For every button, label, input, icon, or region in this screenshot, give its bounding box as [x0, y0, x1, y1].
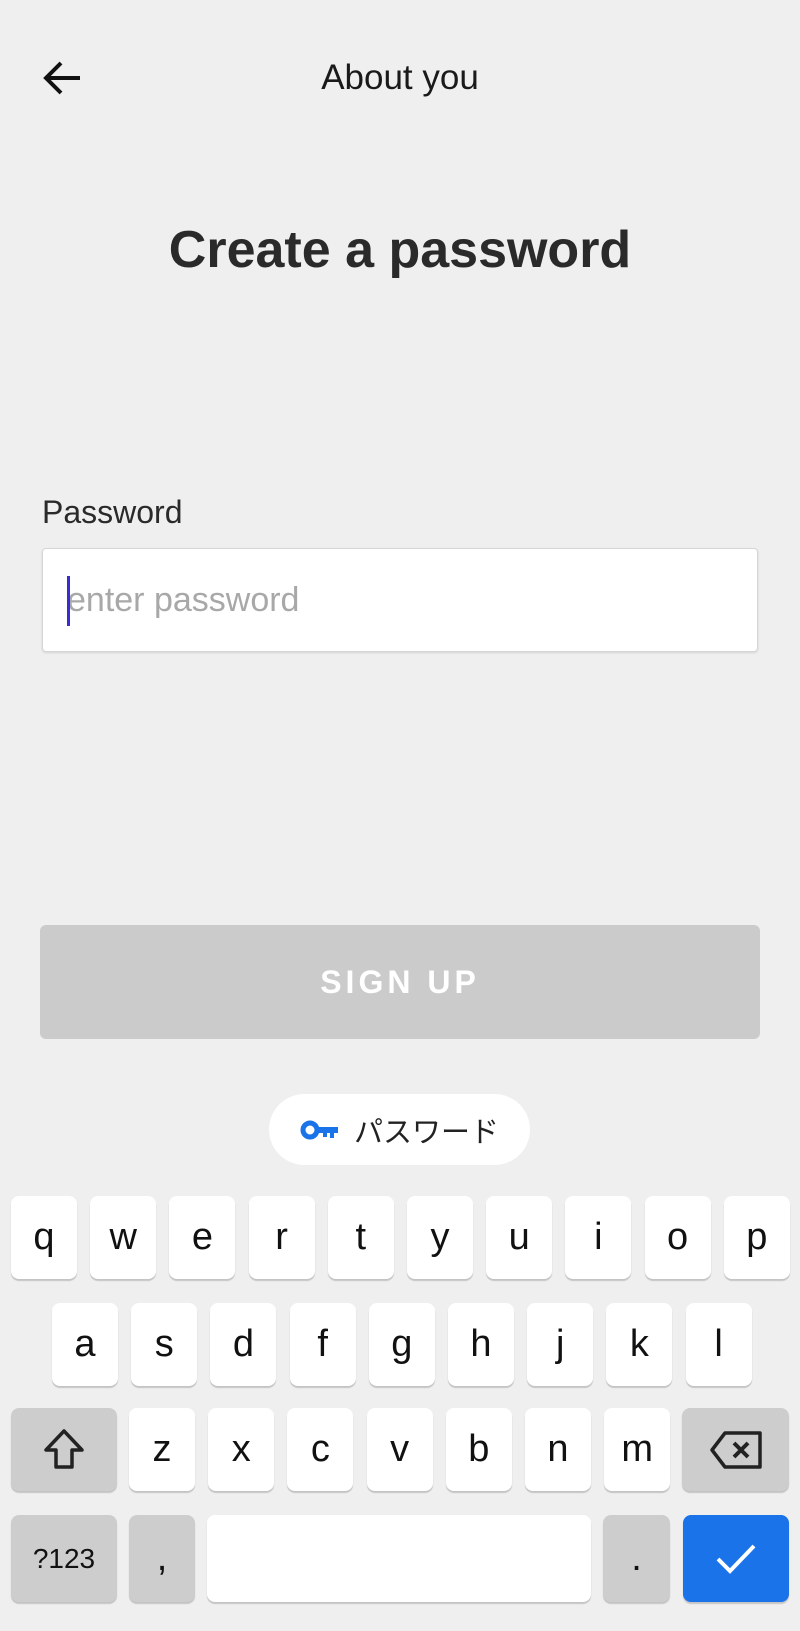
password-label: Password	[42, 494, 183, 530]
page-title: Create a password	[168, 221, 632, 279]
key-c[interactable]: c	[287, 1408, 354, 1491]
key-z[interactable]: z	[129, 1408, 195, 1491]
key-j[interactable]: j	[527, 1303, 594, 1386]
key-g[interactable]: g	[368, 1303, 435, 1386]
enter-key[interactable]	[683, 1515, 789, 1602]
shift-key[interactable]	[11, 1408, 117, 1491]
password-suggestion-chip[interactable]: パスワード	[269, 1094, 530, 1165]
key-s[interactable]: s	[131, 1303, 198, 1386]
key-e[interactable]: e	[169, 1196, 236, 1279]
key-q[interactable]: q	[11, 1196, 77, 1279]
key-d[interactable]: d	[210, 1303, 277, 1386]
checkmark-icon	[716, 1544, 756, 1574]
backspace-icon	[709, 1430, 762, 1469]
key-v[interactable]: v	[366, 1408, 433, 1491]
sign-up-button[interactable]: SIGN UP	[40, 925, 760, 1039]
key-i[interactable]: i	[565, 1196, 632, 1279]
key-x[interactable]: x	[208, 1408, 275, 1491]
key-n[interactable]: n	[525, 1408, 591, 1491]
key-t[interactable]: t	[327, 1196, 394, 1279]
key-u[interactable]: u	[486, 1196, 553, 1279]
text-caret	[67, 576, 70, 626]
key-f[interactable]: f	[289, 1303, 356, 1386]
key-b[interactable]: b	[445, 1408, 512, 1491]
comma-key[interactable]: ,	[129, 1515, 195, 1602]
key-y[interactable]: y	[407, 1196, 473, 1279]
period-key[interactable]: .	[603, 1515, 670, 1602]
key-l[interactable]: l	[685, 1303, 752, 1386]
symbols-key[interactable]: ?123	[11, 1515, 117, 1602]
key-p[interactable]: p	[723, 1196, 790, 1279]
key-m[interactable]: m	[604, 1408, 671, 1491]
key-k[interactable]: k	[606, 1303, 673, 1386]
space-key[interactable]	[207, 1515, 591, 1602]
shift-icon	[44, 1428, 84, 1469]
key-icon	[300, 1120, 338, 1139]
key-r[interactable]: r	[248, 1196, 315, 1279]
chip-label: パスワード	[353, 1116, 499, 1149]
password-input[interactable]	[67, 549, 747, 651]
key-a[interactable]: a	[52, 1303, 118, 1386]
header-title: About you	[321, 58, 479, 97]
password-field[interactable]	[42, 548, 758, 652]
key-w[interactable]: w	[90, 1196, 157, 1279]
backspace-key[interactable]	[682, 1408, 789, 1491]
key-o[interactable]: o	[644, 1196, 711, 1279]
key-h[interactable]: h	[448, 1303, 514, 1386]
